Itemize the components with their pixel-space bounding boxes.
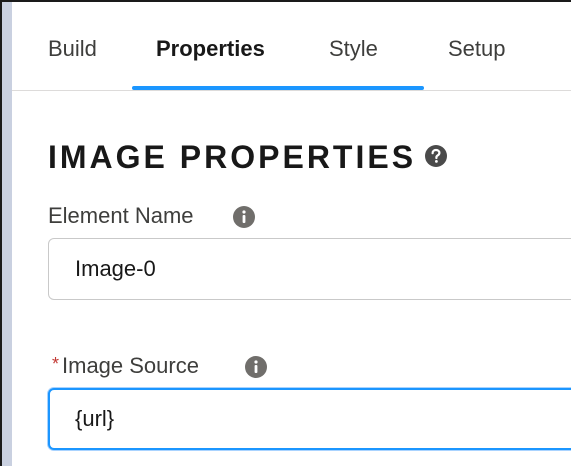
- tab-build[interactable]: Build: [48, 36, 97, 62]
- question-circle-icon[interactable]: [424, 144, 448, 168]
- required-marker: *: [52, 354, 60, 374]
- image-source-input[interactable]: [48, 388, 571, 450]
- element-name-label: Element Name: [48, 203, 194, 228]
- left-rail: [2, 2, 12, 466]
- tab-properties[interactable]: Properties: [156, 36, 265, 62]
- image-source-label: Image Source: [62, 353, 199, 378]
- element-name-input[interactable]: [48, 238, 571, 300]
- section-title: IMAGE PROPERTIES: [48, 139, 417, 175]
- properties-panel: Build Properties Style Setup IMAGE PROPE…: [12, 2, 571, 466]
- tab-setup[interactable]: Setup: [448, 36, 506, 62]
- info-icon[interactable]: [232, 205, 256, 229]
- info-icon[interactable]: [244, 355, 268, 379]
- active-tab-indicator: [132, 86, 424, 90]
- tab-style[interactable]: Style: [329, 36, 378, 62]
- properties-panel-frame: Build Properties Style Setup IMAGE PROPE…: [0, 0, 571, 466]
- tab-bar: Build Properties Style Setup: [12, 2, 571, 91]
